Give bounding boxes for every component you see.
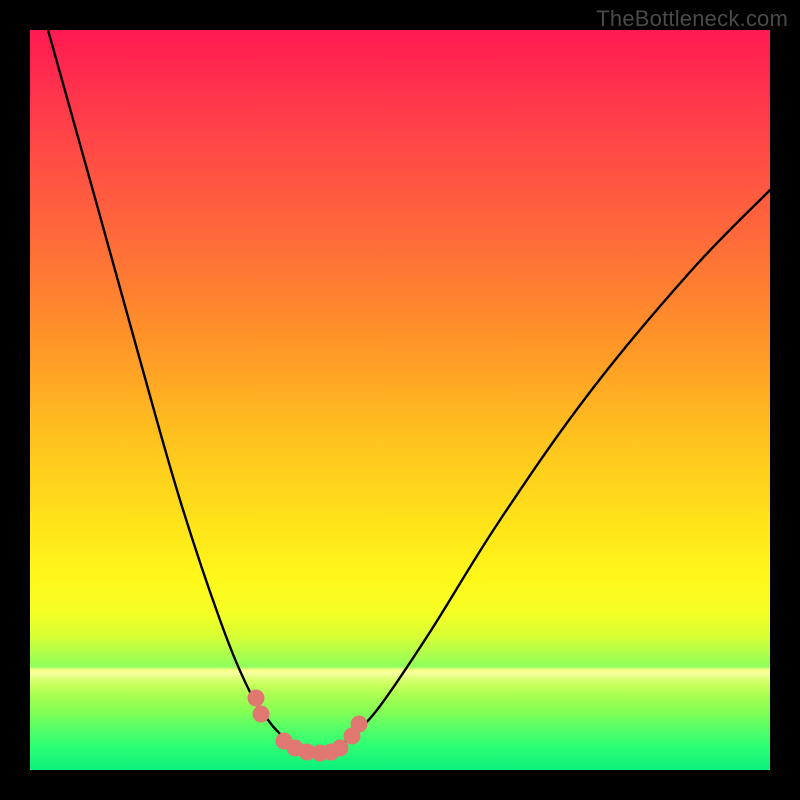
chart-svg bbox=[30, 30, 770, 770]
valley-dot bbox=[351, 716, 368, 733]
watermark-text: TheBottleneck.com bbox=[596, 6, 788, 32]
bottleneck-curve bbox=[48, 30, 770, 752]
valley-dot bbox=[253, 706, 270, 723]
valley-dot bbox=[248, 690, 265, 707]
valley-dot bbox=[332, 740, 349, 757]
valley-dots bbox=[248, 690, 368, 762]
chart-plot-area bbox=[30, 30, 770, 770]
chart-frame: TheBottleneck.com bbox=[0, 0, 800, 800]
